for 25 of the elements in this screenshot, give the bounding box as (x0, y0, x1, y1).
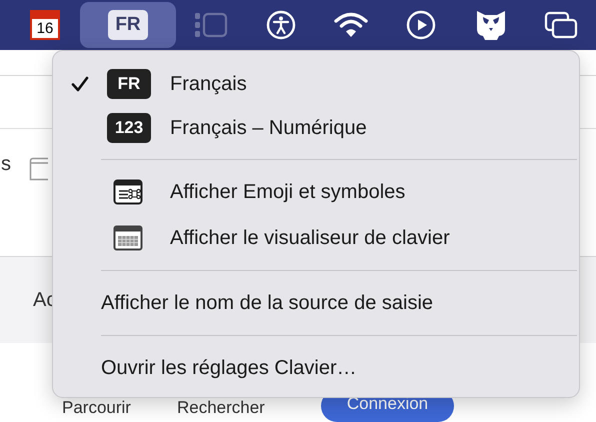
wifi-icon (334, 12, 368, 38)
accessibility-icon (266, 10, 296, 40)
page-button[interactable]: Parcourir (50, 394, 143, 422)
input-source-item[interactable]: 123 Français – Numérique (53, 106, 579, 150)
menu-item-label: Afficher le visualiseur de clavier (170, 226, 450, 250)
menu-item-label: Français – Numérique (170, 116, 367, 140)
menu-item-label: Afficher Emoji et symboles (170, 180, 406, 204)
page-button[interactable]: Rechercher (164, 394, 277, 422)
windows-icon (544, 11, 578, 39)
input-source-badge: FR (107, 69, 151, 99)
calendar-button[interactable]: 16 (10, 2, 80, 48)
menu-item[interactable]: Afficher le nom de la source de saisie (53, 280, 579, 326)
menu-item[interactable]: Afficher le visualiseur de clavier (53, 215, 579, 261)
input-source-button[interactable]: FR (80, 2, 176, 48)
keyboard-viewer-icon (113, 225, 143, 251)
play-icon (406, 10, 436, 40)
stage-manager-icon (194, 11, 228, 39)
input-source-item[interactable]: FR Français (53, 62, 579, 106)
menu-item[interactable]: Afficher Emoji et symboles (53, 169, 579, 215)
checkmark-icon (71, 76, 89, 92)
menu-item[interactable]: Ouvrir les réglages Clavier… (53, 345, 579, 391)
partial-text: s (1, 153, 11, 176)
emoji-viewer-icon (113, 179, 143, 205)
menu-item-label: Français (170, 72, 247, 96)
input-source-badge: 123 (107, 113, 151, 143)
